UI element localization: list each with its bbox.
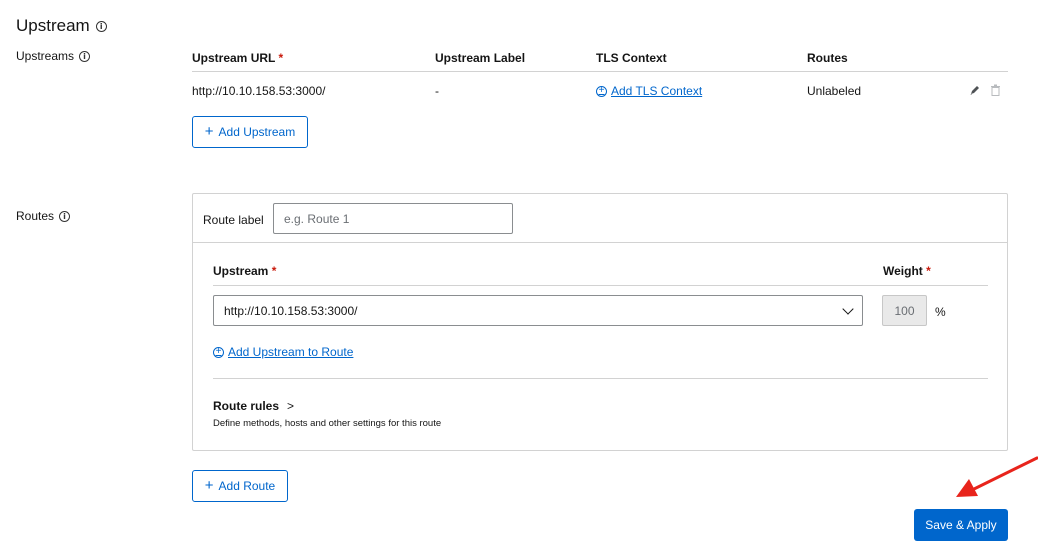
route-weight-header-text: Weight	[883, 264, 923, 278]
chevron-down-icon	[842, 302, 854, 315]
route-upstream-header: Upstream *	[213, 264, 276, 278]
routes-cell: Unlabeled	[807, 84, 862, 98]
chevron-right-icon: >	[287, 399, 295, 413]
plus-circle-icon: +	[213, 346, 224, 358]
weight-unit: %	[935, 305, 946, 319]
route-upstream-header-text: Upstream	[213, 264, 269, 278]
route-label-placeholder: e.g. Route 1	[284, 211, 350, 226]
column-header-routes: Routes	[807, 51, 848, 65]
column-header-tls-context: TLS Context	[596, 51, 667, 65]
route-rules-toggle[interactable]: Route rules >	[213, 399, 294, 413]
route-label-input[interactable]: e.g. Route 1	[273, 203, 513, 234]
routes-label-text: Routes	[16, 209, 55, 223]
plus-circle-icon: +	[596, 85, 607, 97]
column-header-upstream-url: Upstream URL *	[192, 51, 283, 65]
divider	[193, 242, 1007, 243]
route-weight-header: Weight *	[883, 264, 931, 278]
upstreams-label-text: Upstreams	[16, 49, 75, 63]
route-upstream-select-value: http://10.10.158.53:3000/	[224, 303, 358, 318]
plus-icon: +	[204, 477, 214, 494]
section-title: Upstream i	[16, 16, 107, 36]
column-header-upstream-label: Upstream Label	[435, 51, 526, 65]
route-upstream-select[interactable]: http://10.10.158.53:3000/	[213, 295, 863, 326]
required-mark: *	[271, 264, 277, 278]
route-label-caption: Route label	[203, 213, 264, 227]
section-title-text: Upstream	[16, 16, 90, 35]
route-rules-title: Route rules	[213, 399, 280, 413]
red-arrow	[956, 456, 1038, 497]
add-upstream-to-route-link[interactable]: + Add Upstream to Route	[213, 345, 353, 359]
upstream-label-cell: -	[435, 84, 439, 98]
info-icon[interactable]: i	[59, 210, 71, 222]
add-upstream-to-route-text: Add Upstream to Route	[228, 345, 354, 359]
column-header-text: Upstream URL	[192, 51, 276, 65]
routes-label: Routes i	[16, 209, 71, 223]
route-rules-description: Define methods, hosts and other settings…	[213, 418, 442, 429]
upstreams-label: Upstreams i	[16, 49, 91, 63]
plus-icon: +	[204, 123, 214, 140]
edit-icon[interactable]	[969, 84, 980, 96]
trash-icon[interactable]	[990, 84, 1001, 96]
route-card: Route label e.g. Route 1 Upstream * Weig…	[192, 193, 1008, 451]
add-tls-context-text: Add TLS Context	[611, 84, 703, 98]
required-mark: *	[926, 264, 931, 278]
divider	[213, 378, 988, 379]
divider	[192, 71, 1008, 72]
save-apply-button-label: Save & Apply	[925, 518, 997, 532]
save-apply-button[interactable]: Save & Apply	[914, 509, 1008, 541]
add-route-button[interactable]: + Add Route	[192, 470, 288, 502]
add-tls-context-link[interactable]: + Add TLS Context	[596, 84, 702, 98]
divider	[213, 285, 988, 286]
info-icon[interactable]: i	[95, 20, 107, 32]
route-weight-value: 100	[894, 303, 915, 318]
info-icon[interactable]: i	[79, 50, 91, 62]
add-upstream-button-label: Add Upstream	[218, 125, 296, 139]
upstream-url-cell: http://10.10.158.53:3000/	[192, 84, 326, 98]
route-weight-input[interactable]: 100	[882, 295, 927, 326]
add-upstream-button[interactable]: + Add Upstream	[192, 116, 308, 148]
add-route-button-label: Add Route	[218, 479, 276, 493]
required-mark: *	[278, 51, 284, 65]
